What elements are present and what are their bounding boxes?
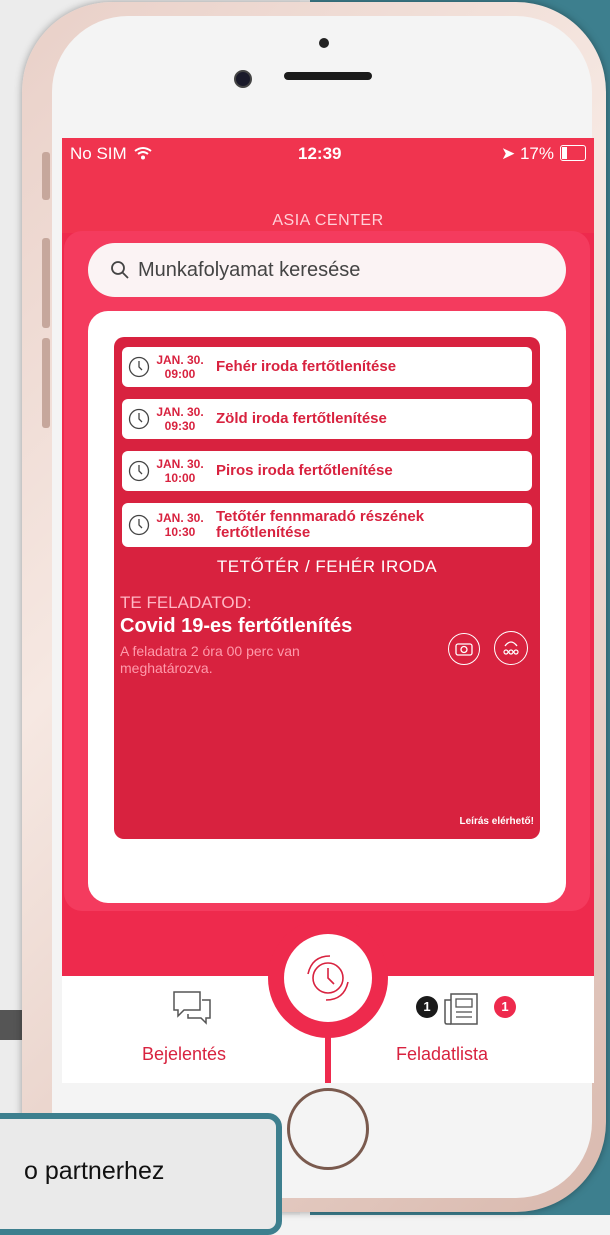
battery-percent: 17% (519, 144, 554, 163)
task-item-1[interactable]: JAN. 30. 09:00 Fehér iroda fertőtlenítése (122, 347, 532, 387)
carrier-label: No SIM (70, 144, 153, 164)
main-card: Munkafolyamat keresése JAN. 30. 09:00 Feh… (64, 231, 590, 911)
task-date: JAN. 30. 10:30 (156, 511, 204, 539)
clock-icon (128, 514, 150, 536)
status-right: ➤ 17% (501, 144, 554, 164)
search-input[interactable]: Munkafolyamat keresése (138, 259, 360, 282)
front-camera (234, 70, 252, 88)
carrier-text: No SIM (70, 144, 127, 163)
volume-up-button (42, 238, 50, 328)
search-bar[interactable]: Munkafolyamat keresése (88, 243, 566, 297)
task-title: Tetőtér fennmaradó részének fertőtleníté… (216, 508, 425, 541)
status-bar: No SIM 12:39 ➤ 17% (62, 138, 594, 168)
battery-icon (560, 145, 586, 161)
sensor-dot (319, 38, 329, 48)
location-arrow-icon: ➤ (500, 144, 516, 163)
chat-icon[interactable] (170, 988, 214, 1028)
status-time: 12:39 (298, 144, 342, 163)
task-date: JAN. 30. 09:30 (156, 405, 204, 433)
wifi-icon (134, 147, 153, 160)
description-available-link[interactable]: Leírás elérhető! (460, 816, 534, 827)
volume-down-button (42, 338, 50, 428)
task-item-2[interactable]: JAN. 30. 09:30 Zöld iroda fertőtlenítése (122, 399, 532, 439)
tooltip-text: o partnerhez (24, 1157, 165, 1185)
center-button-inner (284, 934, 372, 1022)
badge-count-left: 1 (416, 996, 438, 1018)
workflow-panel: JAN. 30. 09:00 Fehér iroda fertőtlenítése… (88, 311, 566, 903)
tab-report[interactable]: Bejelentés (142, 1044, 226, 1065)
task-item-3[interactable]: JAN. 30. 10:00 Piros iroda fertőtlenítése (122, 451, 532, 491)
task-date: JAN. 30. 10:00 (156, 457, 204, 485)
task-title: Fehér iroda fertőtlenítése (216, 358, 397, 375)
your-task-description: A feladatra 2 óra 00 perc van meghatároz… (120, 643, 300, 676)
search-icon (111, 261, 129, 279)
tab-tasklist[interactable]: Feladatlista (396, 1044, 488, 1065)
task-title: Zöld iroda fertőtlenítése (216, 410, 387, 427)
task-title: Piros iroda fertőtlenítése (216, 462, 393, 479)
photo-icon[interactable] (448, 633, 480, 665)
newspaper-icon[interactable] (443, 990, 483, 1028)
venue-title: ASIA CENTER (272, 212, 384, 229)
task-date: JAN. 30. 09:00 (156, 353, 204, 381)
app-screen: No SIM 12:39 ➤ 17% ASIA CENTER Munkafoly… (62, 138, 594, 1083)
clock-icon (128, 356, 150, 378)
mute-switch (42, 152, 50, 200)
badge-count-right: 1 (494, 996, 516, 1018)
clock-icon (128, 408, 150, 430)
task-panel: JAN. 30. 09:00 Fehér iroda fertőtlenítése… (114, 337, 540, 839)
your-task-label: TE FELADATOD: (120, 593, 252, 612)
clock-refresh-icon (307, 955, 349, 1001)
home-button[interactable] (287, 1088, 369, 1170)
earpiece-speaker (284, 72, 372, 80)
task-item-4[interactable]: JAN. 30. 10:30 Tetőtér fennmaradó részéne… (122, 503, 532, 547)
cleaning-tool-icon[interactable] (494, 631, 528, 665)
task-location: TETŐTÉR / FEHÉR IRODA (216, 557, 438, 576)
clock-icon (128, 460, 150, 482)
your-task-title: Covid 19-es fertőtlenítés (120, 615, 353, 637)
partner-tooltip: o partnerhez (0, 1113, 282, 1235)
center-action-button[interactable] (268, 918, 388, 1038)
